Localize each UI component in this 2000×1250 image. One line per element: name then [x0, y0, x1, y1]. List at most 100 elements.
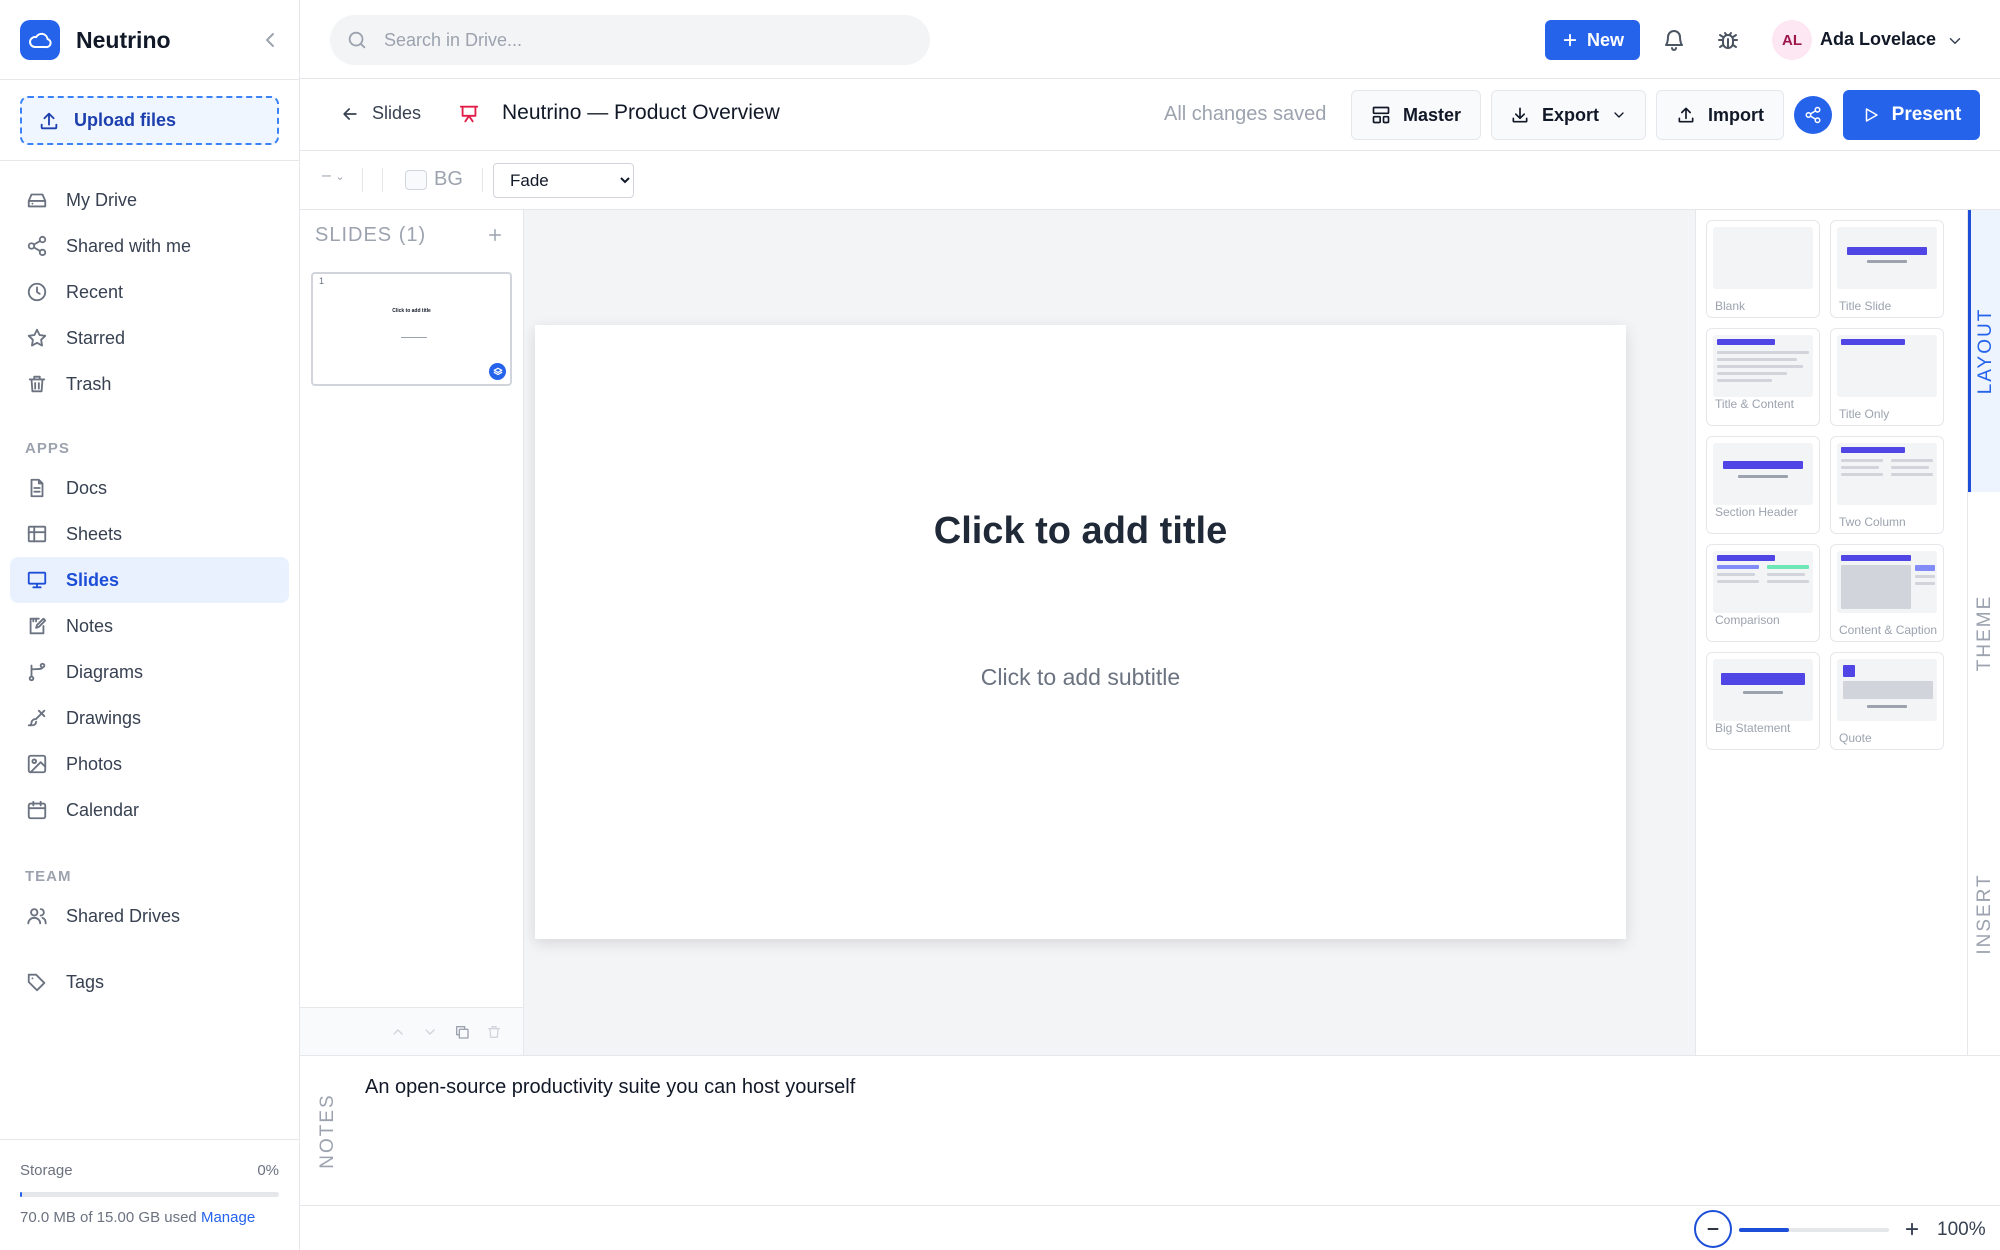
zoom-in-button[interactable] — [1903, 1220, 1921, 1238]
layout-section-header[interactable]: Section Header — [1706, 436, 1820, 534]
nav-photos[interactable]: Photos — [10, 741, 289, 787]
minus-icon — [1705, 1221, 1721, 1237]
search-box[interactable] — [330, 15, 930, 65]
layout-title-slide[interactable]: Title Slide — [1830, 220, 1944, 318]
import-button[interactable]: Import — [1656, 90, 1784, 140]
import-label: Import — [1708, 104, 1764, 125]
nav-shared-drives[interactable]: Shared Drives — [10, 893, 289, 939]
user-name[interactable]: Ada Lovelace — [1820, 29, 1936, 50]
export-button[interactable]: Export — [1491, 90, 1646, 140]
storage-bar — [20, 1192, 279, 1197]
storage-bar-fill — [20, 1192, 22, 1197]
nav-recent[interactable]: Recent — [10, 269, 289, 315]
background-color-swatch[interactable] — [405, 170, 427, 190]
layout-preview — [1713, 335, 1813, 397]
move-up-icon[interactable] — [390, 1024, 406, 1040]
upload-icon — [1676, 105, 1696, 125]
slide-thumbnail-subtitle — [401, 337, 427, 338]
star-icon — [26, 327, 48, 349]
chevron-down-icon — [1611, 107, 1627, 123]
layout-name: Content & Caption — [1839, 623, 1938, 637]
upload-files-button[interactable]: Upload files — [20, 96, 279, 145]
nav-tags[interactable]: Tags — [10, 959, 289, 1005]
avatar[interactable]: AL — [1772, 20, 1812, 60]
tab-layout[interactable]: LAYOUT — [1968, 210, 2000, 492]
share-button[interactable] — [1794, 96, 1832, 134]
tab-insert[interactable]: INSERT — [1968, 773, 2000, 1055]
nav-notes[interactable]: Notes — [10, 603, 289, 649]
line-style-dropdown[interactable]: – ⌄ — [322, 167, 345, 185]
toolbar-divider — [482, 168, 483, 192]
duplicate-icon[interactable] — [454, 1024, 470, 1040]
nav-sheets[interactable]: Sheets — [10, 511, 289, 557]
tab-label: LAYOUT — [1975, 307, 1996, 395]
layout-title-content[interactable]: Title & Content — [1706, 328, 1820, 426]
bell-icon[interactable] — [1662, 28, 1686, 52]
search-input[interactable] — [384, 29, 904, 51]
brand[interactable]: Neutrino — [20, 20, 171, 60]
nav-label: Notes — [66, 615, 114, 636]
collapse-sidebar-icon[interactable] — [258, 28, 282, 52]
tag-icon — [26, 971, 48, 993]
layout-content-caption[interactable]: Content & Caption — [1830, 544, 1944, 642]
nav-label: Recent — [66, 281, 124, 302]
cloud-logo-icon — [20, 20, 60, 60]
toolbar-divider — [362, 168, 363, 192]
back-to-slides-button[interactable]: Slides — [340, 103, 421, 124]
layout-comparison[interactable]: Comparison — [1706, 544, 1820, 642]
slide-thumbnail[interactable]: 1 Click to add title — [311, 272, 512, 386]
upload-label: Upload files — [74, 110, 177, 130]
layout-name: Title Only — [1839, 407, 1890, 421]
zoom-out-button[interactable] — [1694, 1210, 1732, 1248]
layout-title-only[interactable]: Title Only — [1830, 328, 1944, 426]
notes-label: NOTES — [317, 1093, 338, 1169]
nav-label: Shared Drives — [66, 905, 181, 926]
layout-two-column[interactable]: Two Column — [1830, 436, 1944, 534]
nav-diagrams[interactable]: Diagrams — [10, 649, 289, 695]
layout-name: Section Header — [1715, 505, 1798, 519]
layout-blank[interactable]: Blank — [1706, 220, 1820, 318]
layout-big-statement[interactable]: Big Statement — [1706, 652, 1820, 750]
nav-drawings[interactable]: Drawings — [10, 695, 289, 741]
slides-panel-footer — [300, 1007, 523, 1055]
share-icon — [1804, 106, 1822, 124]
zoom-slider-fill — [1739, 1228, 1789, 1232]
nav-docs[interactable]: Docs — [10, 465, 289, 511]
notes-text[interactable]: An open-source productivity suite you ca… — [365, 1076, 855, 1099]
slide-title-placeholder[interactable]: Click to add title — [535, 510, 1626, 553]
plus-icon — [1561, 31, 1579, 49]
nav-starred[interactable]: Starred — [10, 315, 289, 361]
new-button[interactable]: New — [1545, 20, 1640, 60]
layout-name: Blank — [1715, 299, 1746, 313]
transition-select[interactable]: Fade — [493, 163, 634, 198]
add-slide-icon[interactable] — [486, 226, 504, 244]
background-label: BG — [434, 168, 463, 190]
nav-my-drive[interactable]: My Drive — [10, 177, 289, 223]
clock-icon — [26, 281, 48, 303]
drive-icon — [26, 189, 48, 211]
zoom-slider[interactable] — [1739, 1228, 1889, 1232]
nav-label: Diagrams — [66, 661, 144, 682]
layout-quote[interactable]: Quote — [1830, 652, 1944, 750]
slide-subtitle-placeholder[interactable]: Click to add subtitle — [535, 664, 1626, 691]
layers-icon[interactable] — [489, 363, 506, 380]
present-button[interactable]: Present — [1843, 90, 1980, 140]
nav-calendar[interactable]: Calendar — [10, 787, 289, 833]
nav-shared-with-me[interactable]: Shared with me — [10, 223, 289, 269]
users-icon — [26, 905, 48, 927]
nav-trash[interactable]: Trash — [10, 361, 289, 407]
move-down-icon[interactable] — [422, 1024, 438, 1040]
tab-label: INSERT — [1973, 873, 1995, 955]
slide[interactable]: Click to add title Click to add subtitle — [535, 325, 1626, 939]
tab-theme[interactable]: THEME — [1968, 492, 2000, 774]
document-title[interactable]: Neutrino — Product Overview — [502, 101, 780, 125]
master-button[interactable]: Master — [1351, 90, 1481, 140]
slide-number: 1 — [319, 276, 325, 286]
delete-slide-icon[interactable] — [486, 1024, 502, 1040]
nav-slides[interactable]: Slides — [10, 557, 289, 603]
bug-icon[interactable] — [1716, 28, 1740, 52]
trash-icon — [26, 373, 48, 395]
zoom-bar: 100% — [300, 1205, 2000, 1250]
manage-storage-link[interactable]: Manage — [201, 1209, 255, 1226]
chevron-down-icon[interactable] — [1946, 32, 1964, 50]
